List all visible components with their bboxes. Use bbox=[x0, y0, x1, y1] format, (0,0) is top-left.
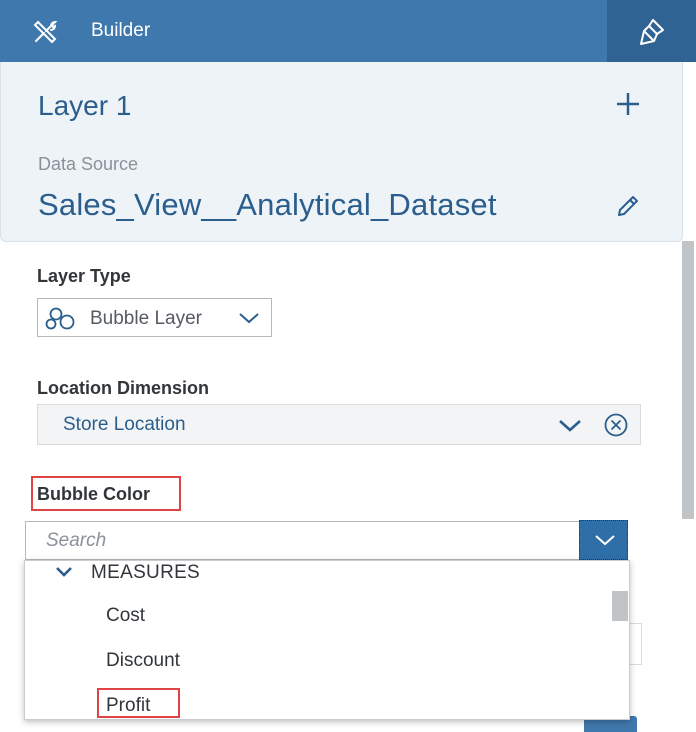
tools-icon[interactable] bbox=[32, 19, 58, 45]
dropdown-toggle-button[interactable] bbox=[579, 520, 628, 560]
dropdown-scrollbar-thumb[interactable] bbox=[612, 591, 628, 621]
panel-scrollbar-thumb[interactable] bbox=[682, 241, 694, 519]
search-input[interactable] bbox=[25, 521, 580, 560]
styling-button[interactable] bbox=[607, 0, 696, 62]
edit-data-source-button[interactable] bbox=[615, 193, 641, 219]
add-layer-button[interactable] bbox=[613, 89, 643, 119]
data-source-label: Data Source bbox=[38, 154, 139, 174]
dropdown-group-label[interactable]: MEASURES bbox=[91, 562, 200, 584]
dropdown-item[interactable]: Discount bbox=[106, 650, 180, 672]
chevron-down-icon[interactable] bbox=[558, 418, 582, 439]
plus-icon bbox=[617, 93, 639, 115]
chevron-down-icon bbox=[595, 535, 615, 546]
dropdown-item[interactable]: Cost bbox=[106, 605, 145, 627]
paint-brush-icon bbox=[640, 19, 664, 45]
pencil-icon bbox=[618, 196, 638, 216]
location-dimension-value: Store Location bbox=[63, 414, 186, 435]
layer-type-value: Bubble Layer bbox=[90, 308, 202, 329]
location-dimension-label: Location Dimension bbox=[37, 378, 210, 398]
layer-name[interactable]: Layer 1 bbox=[38, 90, 131, 122]
builder-header: Builder bbox=[0, 0, 696, 62]
highlight-box bbox=[97, 688, 180, 718]
layer-type-select[interactable]: Bubble Layer bbox=[37, 298, 272, 337]
header-title: Builder bbox=[91, 20, 151, 41]
bubble-icon bbox=[45, 307, 77, 336]
layer-type-label: Layer Type bbox=[37, 266, 131, 286]
highlight-box bbox=[31, 476, 181, 511]
data-source-value: Sales_View__Analytical_Dataset bbox=[38, 187, 497, 222]
clear-icon[interactable] bbox=[604, 413, 628, 442]
chevron-down-icon[interactable] bbox=[55, 565, 73, 584]
layer-panel: Layer 1 Data Source Sales_View__Analytic… bbox=[0, 62, 683, 242]
location-dimension-field[interactable]: Store Location bbox=[37, 404, 641, 445]
chevron-down-icon bbox=[238, 311, 260, 330]
